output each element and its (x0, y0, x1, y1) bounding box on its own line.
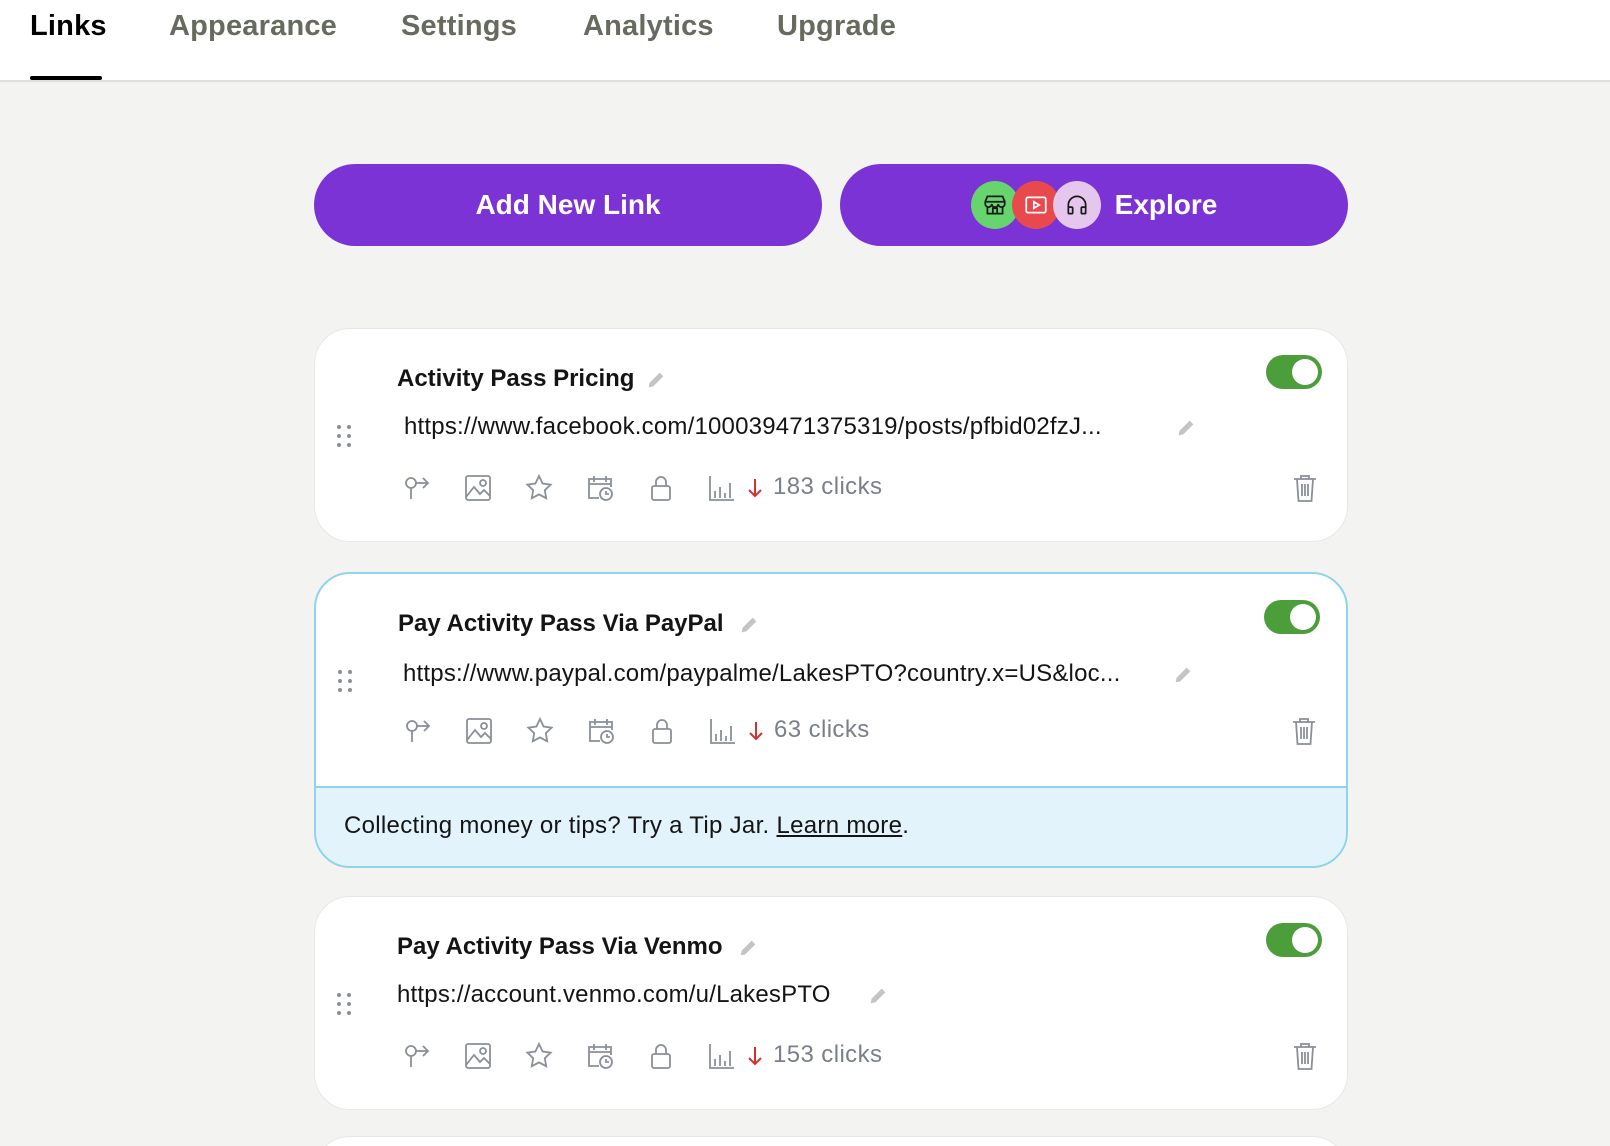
star-icon[interactable] (524, 473, 554, 503)
click-count: 63 clicks (774, 716, 870, 743)
schedule-calendar-icon[interactable] (585, 1041, 615, 1071)
lock-icon[interactable] (647, 716, 677, 746)
link-card: Pay Activity Pass Via PayPal https://www… (314, 572, 1348, 868)
tab-analytics[interactable]: Analytics (583, 10, 714, 43)
toggle-knob (1290, 604, 1316, 630)
star-icon[interactable] (524, 1041, 554, 1071)
clicks-down-arrow-icon (749, 722, 763, 741)
toggle-knob (1292, 927, 1318, 953)
schedule-calendar-icon[interactable] (586, 716, 616, 746)
add-new-link-button[interactable]: Add New Link (314, 164, 822, 246)
clicks-down-arrow-icon (748, 1047, 762, 1066)
tab-upgrade[interactable]: Upgrade (777, 10, 896, 43)
link-card: Pay Activity Pass Via Venmo https://acco… (314, 896, 1348, 1110)
headphones-icon (1052, 181, 1101, 229)
link-title[interactable]: Pay Activity Pass Via PayPal (398, 610, 724, 638)
star-icon[interactable] (525, 716, 555, 746)
clicks-down-arrow-icon (748, 479, 762, 498)
tip-message: Collecting money or tips? Try a Tip Jar. (344, 812, 777, 839)
drag-handle-icon[interactable] (335, 991, 353, 1017)
link-url[interactable]: https://www.facebook.com/100039471375319… (404, 413, 1102, 441)
drag-handle-icon[interactable] (335, 423, 353, 449)
redirect-icon[interactable] (403, 716, 433, 746)
tab-appearance[interactable]: Appearance (169, 10, 337, 43)
drag-handle-icon[interactable] (336, 668, 354, 694)
link-card-partial (314, 1136, 1348, 1146)
link-url[interactable]: https://account.venmo.com/u/LakesPTO (397, 981, 831, 1009)
link-title[interactable]: Activity Pass Pricing (397, 365, 634, 393)
lock-icon[interactable] (646, 473, 676, 503)
tip-jar-suggestion: Collecting money or tips? Try a Tip Jar.… (316, 786, 1346, 866)
link-enabled-toggle[interactable] (1264, 600, 1320, 634)
link-title[interactable]: Pay Activity Pass Via Venmo (397, 933, 723, 961)
tab-links[interactable]: Links (30, 10, 107, 43)
thumbnail-image-icon[interactable] (463, 473, 493, 503)
link-url[interactable]: https://www.paypal.com/paypalme/LakesPTO… (403, 660, 1120, 688)
edit-pencil-icon[interactable] (867, 985, 889, 1007)
edit-pencil-icon[interactable] (645, 369, 667, 391)
analytics-chart-icon[interactable] (707, 473, 737, 503)
edit-pencil-icon[interactable] (738, 614, 760, 636)
delete-trash-icon[interactable] (1291, 473, 1319, 503)
tip-jar-text: Collecting money or tips? Try a Tip Jar.… (344, 812, 909, 840)
analytics-chart-icon[interactable] (707, 1041, 737, 1071)
toggle-knob (1292, 359, 1318, 385)
link-card: Activity Pass Pricing https://www.facebo… (314, 328, 1348, 542)
lock-icon[interactable] (646, 1041, 676, 1071)
edit-pencil-icon[interactable] (1172, 664, 1194, 686)
click-count: 153 clicks (773, 1041, 883, 1068)
thumbnail-image-icon[interactable] (464, 716, 494, 746)
thumbnail-image-icon[interactable] (463, 1041, 493, 1071)
redirect-icon[interactable] (402, 1041, 432, 1071)
delete-trash-icon[interactable] (1291, 1041, 1319, 1071)
active-tab-indicator (30, 76, 102, 80)
delete-trash-icon[interactable] (1290, 716, 1318, 746)
explore-label: Explore (1114, 189, 1218, 220)
analytics-chart-icon[interactable] (708, 716, 738, 746)
edit-pencil-icon[interactable] (1175, 417, 1197, 439)
tip-suffix: . (902, 812, 910, 839)
tab-settings[interactable]: Settings (401, 10, 517, 43)
add-new-link-label: Add New Link (475, 189, 661, 220)
top-navigation: Links Appearance Settings Analytics Upgr… (0, 0, 1610, 82)
learn-more-link[interactable]: Learn more (776, 812, 902, 839)
schedule-calendar-icon[interactable] (585, 473, 615, 503)
edit-pencil-icon[interactable] (737, 937, 759, 959)
explore-button[interactable]: Explore (840, 164, 1348, 246)
link-enabled-toggle[interactable] (1266, 923, 1322, 957)
click-count: 183 clicks (773, 473, 883, 500)
explore-icon-group (970, 181, 1101, 229)
redirect-icon[interactable] (402, 473, 432, 503)
link-enabled-toggle[interactable] (1266, 355, 1322, 389)
